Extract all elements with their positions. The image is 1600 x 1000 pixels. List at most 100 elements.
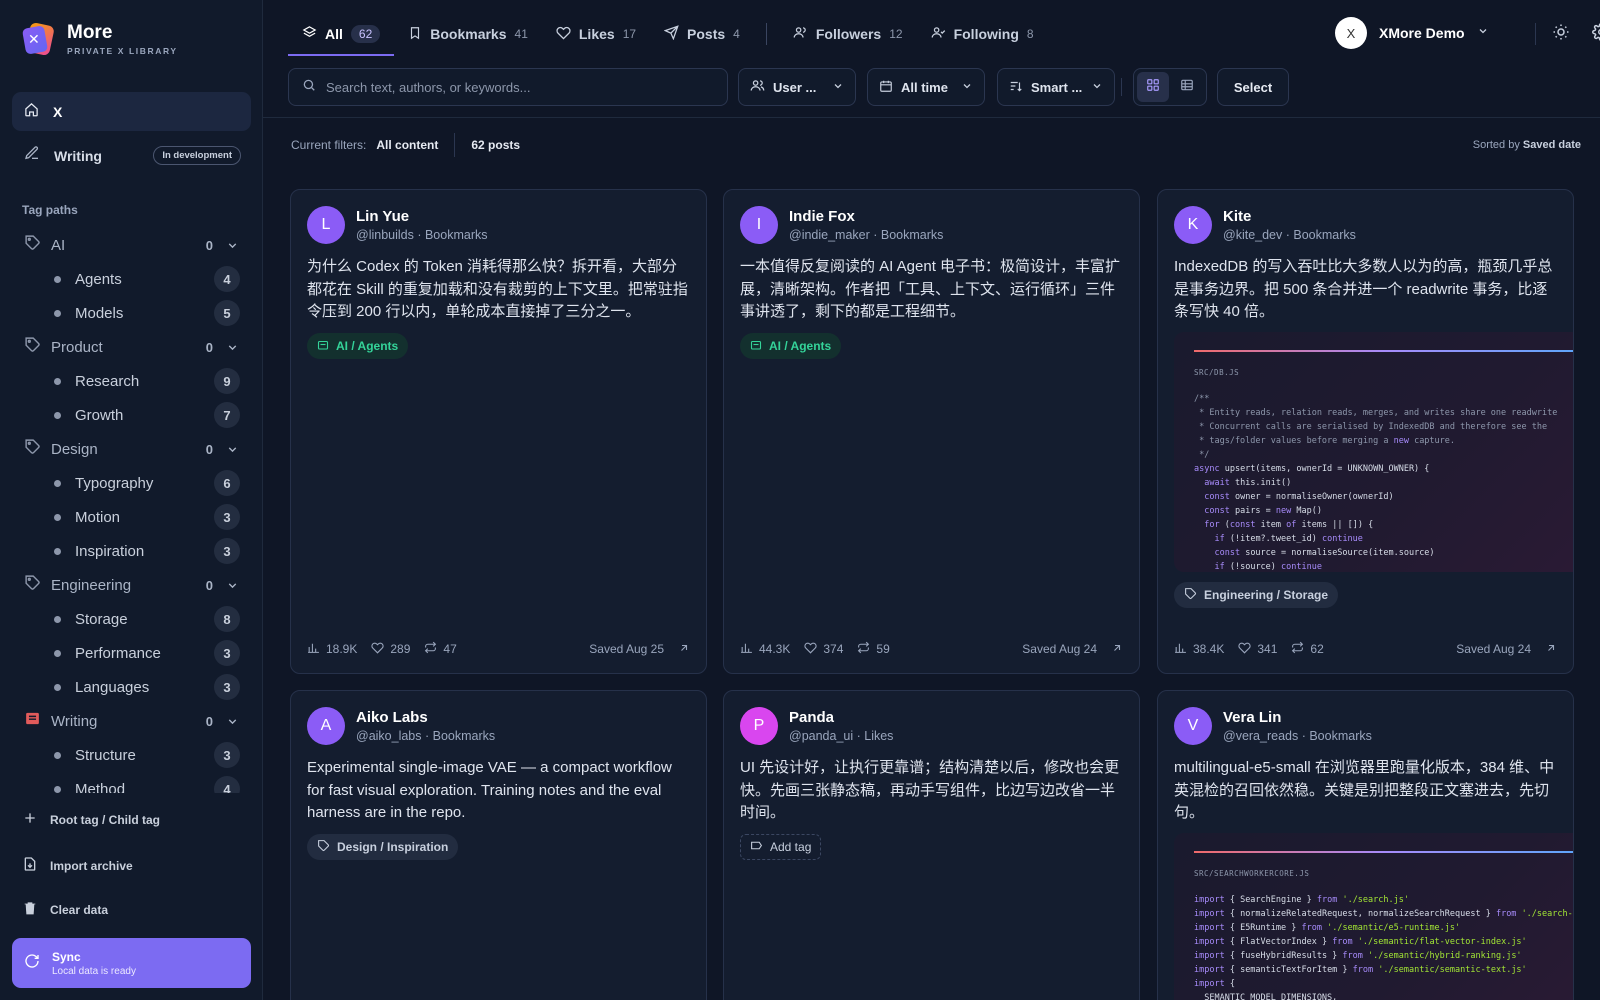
tag-label: Performance (75, 644, 161, 662)
tag-chip[interactable]: AI / Agents (740, 333, 842, 359)
search-box[interactable] (288, 68, 728, 106)
post-card[interactable]: V Vera Lin @vera_reads · Bookmarks multilin… (1157, 690, 1574, 1000)
views-stat: 18.9K (307, 641, 357, 657)
external-link-icon[interactable] (1111, 642, 1123, 657)
tag-child-item[interactable]: Agents 4 (12, 262, 251, 296)
bullet-dot (54, 683, 61, 691)
content-tabs: All 62 Bookmarks 41 Likes 17 Posts 4 Followers 12… (288, 14, 1048, 56)
add-tag-button[interactable]: Add tag (740, 834, 822, 860)
author-name[interactable]: Indie Fox (789, 208, 943, 225)
tag-root-item[interactable]: AI 0 (12, 228, 251, 262)
likes-stat[interactable]: 341 (1238, 641, 1277, 657)
author-name[interactable]: Vera Lin (1223, 709, 1372, 726)
grid-view-button[interactable] (1137, 72, 1169, 102)
list-view-button[interactable] (1171, 72, 1203, 102)
post-card[interactable]: K Kite @kite_dev · Bookmarks IndexedDB 的写入吞… (1157, 189, 1574, 674)
sun-icon[interactable] (1552, 23, 1570, 46)
tag-root-item[interactable]: Product 0 (12, 330, 251, 364)
tag-count-badge: 5 (214, 300, 240, 326)
clear-data-label: Clear data (50, 902, 109, 917)
bookmark-icon (408, 26, 422, 43)
filters-key: Current filters: (291, 138, 367, 152)
main-area: All 62 Bookmarks 41 Likes 17 Posts 4 Followers 12… (263, 0, 1600, 1000)
tab-label: Likes (578, 26, 615, 42)
author-name[interactable]: Panda (789, 709, 893, 726)
post-card[interactable]: A Aiko Labs @aiko_labs · Bookmarks Experime… (290, 690, 707, 1000)
chevron-down-icon[interactable] (226, 341, 239, 359)
tag-count-badge: 4 (214, 266, 240, 292)
brand[interactable]: ✕ More PRIVATE X LIBRARY (21, 21, 178, 57)
gear-icon[interactable] (1592, 23, 1600, 46)
tag-child-item[interactable]: Method 4 (12, 772, 251, 793)
tab-bookmarks[interactable]: Bookmarks 41 (394, 14, 542, 54)
chevron-down-icon[interactable] (226, 239, 239, 257)
select-button[interactable]: Select (1217, 68, 1289, 106)
tag-child-item[interactable]: Performance 3 (12, 636, 251, 670)
tag-root-item[interactable]: Engineering 0 (12, 568, 251, 602)
chevron-down-icon[interactable] (226, 715, 239, 733)
time-filter-dropdown[interactable]: All time (867, 68, 985, 106)
add-tag-button[interactable]: Root tag / Child tag (12, 810, 251, 829)
tag-count-badge: 9 (214, 368, 240, 394)
tab-count: 41 (514, 27, 528, 41)
code-filename: SRC/SEARCHWORKERCORE.JS (1194, 869, 1310, 878)
tab-likes[interactable]: Likes 17 (542, 14, 650, 54)
clear-data-button[interactable]: Clear data (12, 900, 251, 919)
tab-posts[interactable]: Posts 4 (650, 14, 754, 54)
tag-child-item[interactable]: Models 5 (12, 296, 251, 330)
tab-all[interactable]: All 62 (288, 14, 395, 56)
user-menu[interactable]: X XMore Demo (1335, 17, 1489, 49)
external-link-icon[interactable] (1545, 642, 1557, 657)
tag-count: 0 (205, 237, 213, 253)
sort-dropdown[interactable]: Smart ... (997, 68, 1115, 106)
nav-item-x[interactable]: X (12, 92, 251, 131)
tag-child-item[interactable]: Structure 3 (12, 738, 251, 772)
post-card[interactable]: L Lin Yue @linbuilds · Bookmarks 为什么 Codex … (290, 189, 707, 674)
reposts-stat[interactable]: 47 (424, 641, 457, 657)
tag-root-item[interactable]: Writing 0 (12, 704, 251, 738)
tag-outline-icon (750, 839, 763, 855)
author-name[interactable]: Kite (1223, 208, 1356, 225)
tab-followers[interactable]: Followers 12 (779, 14, 917, 54)
author-name[interactable]: Lin Yue (356, 208, 488, 225)
tag-child-item[interactable]: Growth 7 (12, 398, 251, 432)
tab-following[interactable]: Following 8 (917, 14, 1048, 54)
tag-child-item[interactable]: Storage 8 (12, 602, 251, 636)
author-name[interactable]: Aiko Labs (356, 709, 495, 726)
chevron-down-icon[interactable] (226, 443, 239, 461)
tag-child-item[interactable]: Typography 6 (12, 466, 251, 500)
tag-label: Languages (75, 678, 150, 696)
nav-item-writing[interactable]: Writing In development (12, 136, 251, 175)
search-input[interactable] (326, 79, 706, 95)
post-count: 62 posts (471, 138, 521, 152)
reposts-stat[interactable]: 62 (1291, 641, 1324, 657)
tag-count: 0 (205, 577, 213, 593)
chevron-down-icon[interactable] (226, 579, 239, 597)
tag-child-item[interactable]: Motion 3 (12, 500, 251, 534)
tag-root-item[interactable]: Design 0 (12, 432, 251, 466)
post-author: L Lin Yue @linbuilds · Bookmarks (307, 206, 488, 244)
tag-chip[interactable]: Design / Inspiration (307, 834, 459, 860)
tag-child-item[interactable]: Inspiration 3 (12, 534, 251, 568)
post-text: 一本值得反复阅读的 AI Agent 电子书：极简设计，丰富扩展，清晰架构。作者… (740, 258, 1121, 320)
trash-icon (22, 900, 38, 919)
sync-button[interactable]: Sync Local data is ready (12, 938, 251, 988)
tag-chip[interactable]: AI / Agents (307, 333, 409, 359)
import-archive-button[interactable]: Import archive (12, 856, 251, 875)
tag-child-item[interactable]: Languages 3 (12, 670, 251, 704)
post-card[interactable]: I Indie Fox @indie_maker · Bookmarks 一本值得反复… (723, 189, 1140, 674)
reposts-stat[interactable]: 59 (857, 641, 890, 657)
post-card[interactable]: P Panda @panda_ui · Likes UI 先设计好，让执行更靠谱；结构… (723, 690, 1140, 1000)
external-link-icon[interactable] (678, 642, 690, 657)
tag-child-item[interactable]: Research 9 (12, 364, 251, 398)
tag-count-badge: 3 (214, 640, 240, 666)
author-handle: @aiko_labs (356, 729, 422, 743)
sorted-by: Sorted by Saved date (1473, 139, 1581, 151)
tab-label: Followers (815, 26, 882, 42)
likes-stat[interactable]: 289 (371, 641, 410, 657)
tag-label: Motion (75, 508, 121, 526)
filter-status-bar: Current filters: All content 62 posts So… (291, 130, 1581, 160)
user-filter-dropdown[interactable]: User ... (738, 68, 856, 106)
tag-chip[interactable]: Engineering / Storage (1174, 582, 1339, 608)
likes-stat[interactable]: 374 (804, 641, 843, 657)
